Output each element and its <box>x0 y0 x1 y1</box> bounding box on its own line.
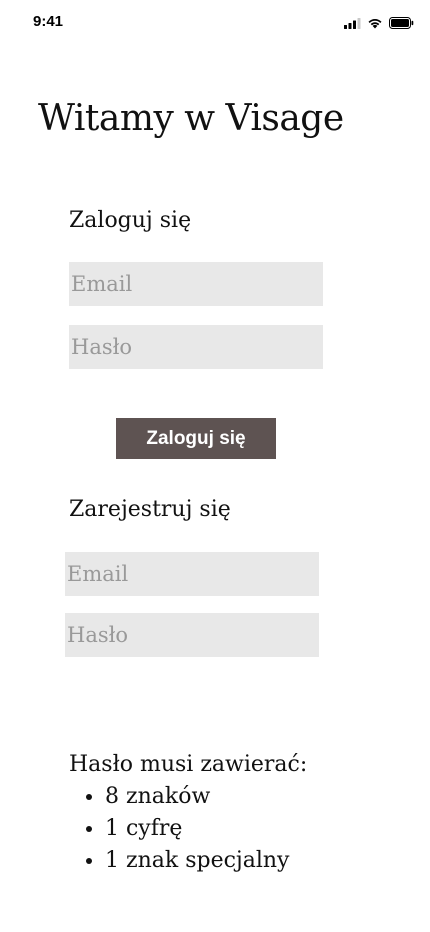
cellular-signal-icon <box>344 14 361 33</box>
register-heading: Zarejestruj się <box>69 497 231 522</box>
status-time: 9:41 <box>33 13 64 30</box>
status-icons <box>344 14 414 33</box>
requirement-item: 8 znaków <box>105 781 399 813</box>
register-password-field[interactable] <box>65 613 319 657</box>
login-password-field[interactable] <box>69 325 323 369</box>
wifi-icon <box>367 14 383 33</box>
login-email-field[interactable] <box>69 262 323 306</box>
requirement-item: 1 znak specjalny <box>105 845 399 877</box>
requirement-item: 1 cyfrę <box>105 813 399 845</box>
login-heading: Zaloguj się <box>69 208 192 233</box>
password-requirements: Hasło musi zawierać: 8 znaków 1 cyfrę 1 … <box>69 752 399 877</box>
page-title: Witamy w Visage <box>38 98 344 139</box>
requirements-title: Hasło musi zawierać: <box>69 752 308 777</box>
requirements-list: 8 znaków 1 cyfrę 1 znak specjalny <box>69 781 399 877</box>
battery-icon <box>389 14 414 33</box>
status-bar: 9:41 <box>0 0 430 44</box>
register-email-field[interactable] <box>65 552 319 596</box>
login-button[interactable]: Zaloguj się <box>116 418 276 459</box>
